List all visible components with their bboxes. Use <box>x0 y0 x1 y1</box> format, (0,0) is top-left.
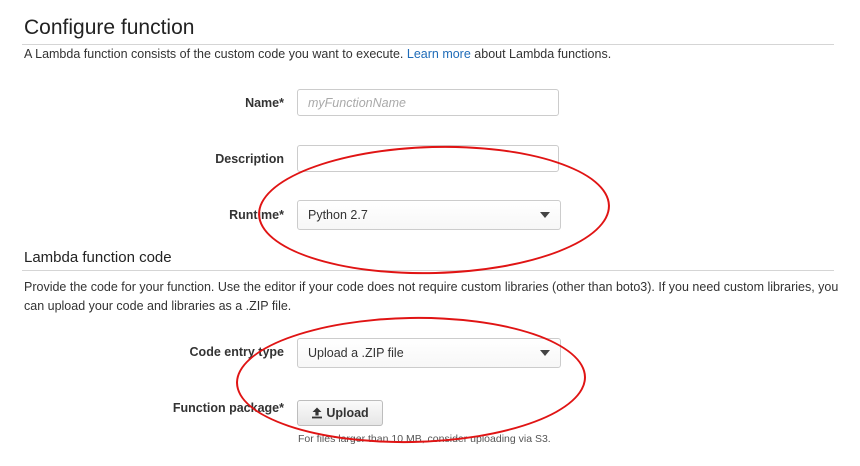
code-entry-type-value: Upload a .ZIP file <box>308 346 404 360</box>
code-section-divider <box>22 270 834 271</box>
caret-down-icon <box>540 212 550 218</box>
upload-arrow-icon <box>311 407 323 419</box>
highlight-ellipse-upload <box>234 313 588 447</box>
learn-more-link[interactable]: Learn more <box>407 47 471 61</box>
runtime-select[interactable]: Python 2.7 <box>297 200 561 230</box>
code-entry-type-label: Code entry type <box>189 345 284 359</box>
runtime-select-value: Python 2.7 <box>308 208 368 222</box>
title-divider <box>22 44 834 45</box>
runtime-label: Runtime* <box>229 208 284 222</box>
intro-text-end: about Lambda functions. <box>470 47 612 61</box>
description-input[interactable] <box>297 145 559 172</box>
name-input[interactable] <box>297 89 559 116</box>
code-section-description: Provide the code for your function. Use … <box>24 280 839 313</box>
caret-down-icon <box>540 350 550 356</box>
code-entry-type-select[interactable]: Upload a .ZIP file <box>297 338 561 368</box>
name-label: Name* <box>245 96 284 110</box>
description-label: Description <box>215 152 284 166</box>
function-package-label: Function package* <box>172 401 284 415</box>
upload-hint: For files larger than 10 MB, consider up… <box>298 433 551 445</box>
intro-text-start: A Lambda function consists of the custom… <box>24 47 407 61</box>
code-section-title: Lambda function code <box>24 249 172 266</box>
intro-text: A Lambda function consists of the custom… <box>24 47 611 61</box>
page-title: Configure function <box>24 16 195 39</box>
upload-button[interactable]: Upload <box>297 400 383 426</box>
upload-button-label: Upload <box>326 406 369 420</box>
